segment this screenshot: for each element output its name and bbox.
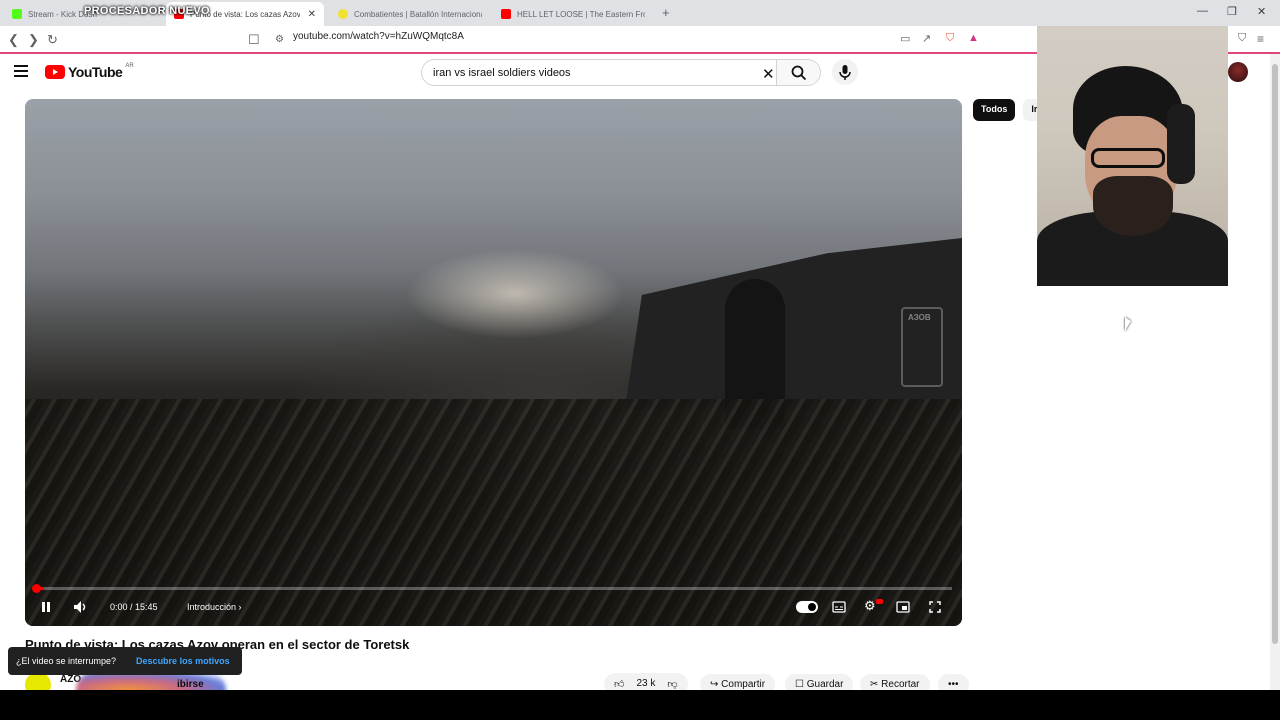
maximize-button[interactable]: ❐ bbox=[1227, 5, 1237, 18]
scissors-icon: ✂ bbox=[870, 678, 879, 690]
site-info-icon[interactable]: ⚙ bbox=[275, 34, 284, 45]
share-icon[interactable]: ↗ bbox=[922, 32, 931, 45]
brave-shield-icon[interactable]: ⛉ bbox=[946, 32, 954, 45]
thumbs-up-icon: 👍︎ bbox=[614, 679, 625, 690]
tab-combatientes[interactable]: Combatientes | Batallón Internacional bbox=[330, 2, 490, 26]
popup-question: ¿El video se interrumpe? bbox=[16, 656, 117, 666]
search-button[interactable] bbox=[776, 60, 820, 85]
chapter-button[interactable]: Introducción › bbox=[187, 602, 242, 612]
clear-search-icon[interactable]: ✕ bbox=[762, 65, 775, 83]
search-box[interactable]: iran vs israel soldiers videos ✕ bbox=[421, 59, 821, 86]
volume-icon[interactable] bbox=[73, 600, 89, 614]
streamer-webcam bbox=[1037, 26, 1228, 286]
kick-favicon-icon bbox=[12, 9, 22, 19]
progress-bar[interactable] bbox=[32, 584, 952, 593]
tab-hell-let-loose[interactable]: HELL LET LOOSE | The Eastern Front bbox=[493, 2, 653, 26]
popup-link[interactable]: Descubre los motivos bbox=[136, 656, 230, 666]
tab-strip: Stream - Kick Dash Punto de vista: Los c… bbox=[0, 0, 1280, 26]
thumbs-down-icon[interactable]: 👎︎ bbox=[667, 678, 677, 690]
subscribe-button[interactable]: ibirse bbox=[177, 679, 204, 690]
playback-issue-popup: ¿El video se interrumpe? Descubre los mo… bbox=[8, 647, 242, 675]
pause-icon[interactable] bbox=[40, 601, 52, 613]
webcam-headphones bbox=[1167, 104, 1195, 184]
region-code: AR bbox=[125, 63, 134, 69]
webcam-glasses bbox=[1091, 148, 1165, 168]
url-field[interactable]: youtube.com/watch?v=hZuWQMqtc8A bbox=[293, 31, 464, 42]
share-label: Compartir bbox=[721, 678, 766, 690]
youtube-wordmark: YouTube bbox=[68, 64, 123, 80]
stream-overlay-text: PROCESADOR NUEVO bbox=[84, 5, 210, 17]
taskbar bbox=[0, 690, 1280, 720]
video-player[interactable]: АЗОВ 0:00 / 15:45 Introducción › ⚙ bbox=[25, 99, 962, 626]
tab-close-icon[interactable]: ✕ bbox=[308, 9, 316, 20]
microphone-icon bbox=[839, 65, 851, 80]
reload-icon[interactable]: ↻ bbox=[47, 32, 58, 48]
subtitles-icon[interactable] bbox=[832, 601, 846, 613]
settings-gear-icon[interactable]: ⚙ bbox=[864, 598, 876, 614]
close-window-button[interactable]: ✕ bbox=[1257, 5, 1266, 18]
tab-title: Combatientes | Batallón Internacional bbox=[354, 9, 482, 19]
miniplayer-icon[interactable] bbox=[896, 601, 910, 613]
minimize-button[interactable]: — bbox=[1197, 5, 1208, 17]
page-scrollbar[interactable] bbox=[1270, 54, 1280, 690]
hd-badge bbox=[876, 599, 883, 604]
youtube-favicon-icon bbox=[501, 9, 511, 19]
scrollbar-thumb[interactable] bbox=[1272, 64, 1278, 644]
clip-label: Recortar bbox=[881, 678, 920, 690]
rewards-icon[interactable]: ▲ bbox=[968, 32, 979, 44]
chapter-label: Introducción bbox=[187, 602, 237, 612]
youtube-logo[interactable]: YouTube AR bbox=[45, 63, 134, 80]
menu-icon[interactable]: ≡ bbox=[1257, 32, 1264, 46]
video-frame-rubble bbox=[25, 399, 962, 626]
forward-icon[interactable]: ❯ bbox=[28, 32, 39, 48]
autoplay-toggle[interactable] bbox=[796, 601, 818, 613]
back-icon[interactable]: ❮ bbox=[8, 32, 19, 48]
like-count: 23 k bbox=[636, 678, 656, 689]
save-icon: ☐ bbox=[795, 678, 804, 690]
mouse-cursor-icon bbox=[1125, 317, 1131, 331]
bookmark-icon[interactable]: ☐ bbox=[248, 32, 260, 48]
search-icon bbox=[791, 65, 807, 81]
search-input[interactable]: iran vs israel soldiers videos bbox=[433, 67, 571, 79]
fullscreen-icon[interactable] bbox=[929, 601, 941, 613]
shield-favicon-icon bbox=[338, 9, 348, 19]
tab-title: HELL LET LOOSE | The Eastern Front bbox=[517, 9, 645, 19]
azov-watermark: АЗОВ bbox=[901, 307, 943, 387]
account-avatar[interactable] bbox=[1228, 62, 1248, 82]
watermark-text: АЗОВ bbox=[908, 313, 931, 322]
time-display: 0:00 / 15:45 bbox=[110, 602, 158, 612]
hamburger-menu-icon[interactable] bbox=[14, 65, 28, 77]
youtube-play-icon bbox=[45, 65, 65, 79]
video-frame-sky bbox=[405, 249, 625, 339]
scrubber-handle[interactable] bbox=[32, 584, 41, 593]
share-arrow-icon: ↪ bbox=[710, 678, 719, 690]
new-tab-button[interactable]: + bbox=[662, 5, 670, 20]
save-label: Guardar bbox=[806, 678, 844, 690]
voice-search-button[interactable] bbox=[832, 59, 858, 85]
chip-all[interactable]: Todos bbox=[973, 99, 1016, 121]
vpn-icon[interactable]: ⛉ bbox=[1238, 32, 1246, 45]
cast-icon[interactable]: ▭ bbox=[900, 32, 910, 45]
webcam-beard bbox=[1093, 176, 1173, 236]
